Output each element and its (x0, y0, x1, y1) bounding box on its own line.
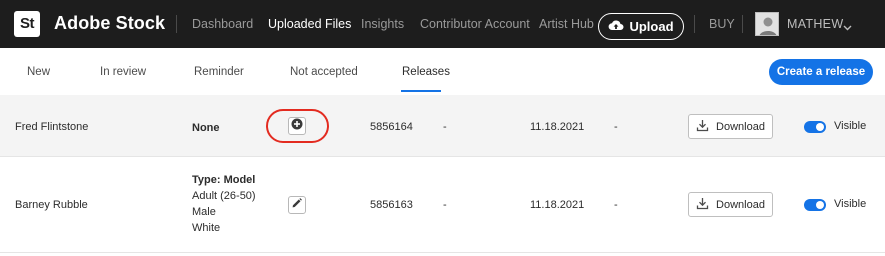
cloud-upload-icon (608, 19, 624, 35)
upload-button-label: Upload (629, 19, 674, 34)
release-date: 11.18.2021 (530, 199, 585, 211)
plus-circle-icon (291, 117, 303, 135)
release-info: None (192, 120, 220, 136)
download-label: Download (716, 198, 765, 211)
nav-link-artist-hub[interactable]: Artist Hub (539, 17, 594, 31)
release-date: 11.18.2021 (530, 121, 585, 133)
visibility-label: Visible (834, 198, 867, 210)
release-status-tabs: New In review Reminder Not accepted Rele… (0, 48, 885, 95)
download-icon (696, 197, 709, 213)
download-icon (696, 119, 709, 135)
nav-link-contributor-account[interactable]: Contributor Account (420, 17, 530, 31)
release-placeholder: - (443, 199, 447, 211)
user-name[interactable]: MATHEW (787, 17, 843, 31)
table-row: Fred Flintstone None 5856164 - 11.18.202… (0, 95, 885, 157)
release-placeholder: - (443, 121, 447, 133)
release-info-line: Type: Model (192, 174, 256, 186)
download-button[interactable]: Download (688, 192, 773, 217)
active-tab-indicator (401, 90, 441, 92)
nav-link-dashboard[interactable]: Dashboard (192, 17, 253, 31)
release-info-line: White (192, 222, 221, 234)
toggle-knob (816, 123, 824, 131)
release-placeholder: - (614, 199, 618, 211)
tab-reminder[interactable]: Reminder (194, 66, 244, 78)
adobe-stock-logo[interactable]: St (14, 11, 40, 37)
release-info-line: None (192, 122, 220, 134)
user-avatar[interactable] (755, 12, 779, 36)
visibility-toggle[interactable] (804, 199, 826, 211)
visibility-toggle[interactable] (804, 121, 826, 133)
release-placeholder: - (614, 121, 618, 133)
buy-link[interactable]: BUY (709, 17, 735, 31)
upload-button[interactable]: Upload (598, 13, 684, 40)
release-info-line: Male (192, 206, 216, 218)
brand-name[interactable]: Adobe Stock (54, 13, 165, 34)
download-button[interactable]: Download (688, 114, 773, 139)
toggle-knob (816, 201, 824, 209)
edit-release-info-button[interactable] (288, 196, 306, 214)
release-info-line: Adult (26-50) (192, 190, 256, 202)
release-name: Barney Rubble (15, 199, 88, 211)
nav-link-insights[interactable]: Insights (361, 17, 404, 31)
visibility-label: Visible (834, 120, 867, 132)
nav-link-uploaded-files[interactable]: Uploaded Files (268, 17, 351, 31)
release-id: 5856163 (370, 199, 413, 211)
nav-divider (742, 15, 743, 33)
table-row: Barney Rubble Type: Model Adult (26-50) … (0, 157, 885, 253)
nav-divider (694, 15, 695, 33)
tab-in-review[interactable]: In review (100, 66, 146, 78)
release-id: 5856164 (370, 121, 413, 133)
release-info: Type: Model Adult (26-50) Male White (192, 172, 256, 236)
top-navigation-bar: St Adobe Stock Dashboard Uploaded Files … (0, 0, 885, 48)
tab-not-accepted[interactable]: Not accepted (290, 66, 358, 78)
chevron-down-icon[interactable] (843, 18, 852, 36)
download-label: Download (716, 120, 765, 133)
add-release-info-button[interactable] (288, 117, 306, 135)
tab-releases[interactable]: Releases (402, 66, 450, 78)
tab-new[interactable]: New (27, 66, 50, 78)
create-release-button[interactable]: Create a release (769, 59, 873, 85)
pencil-icon (291, 196, 303, 214)
release-name: Fred Flintstone (15, 121, 89, 133)
nav-divider (176, 15, 177, 33)
